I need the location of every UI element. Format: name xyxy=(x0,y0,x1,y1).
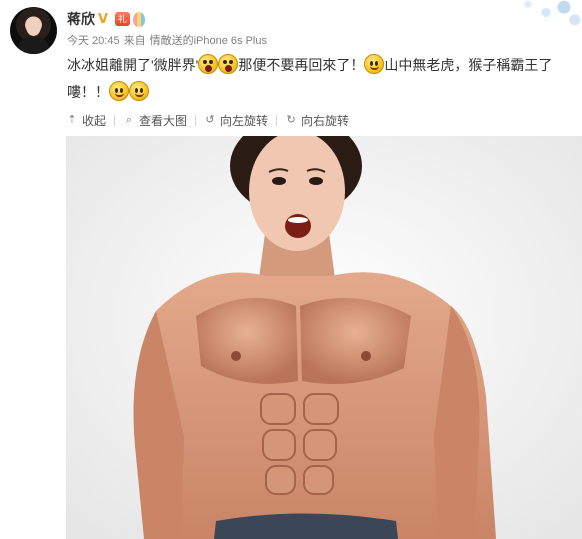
image-toolbar: ⇡ 收起 ⌕ 查看大图 ↺ 向左旋转 ↻ 向右旋转 xyxy=(66,111,349,129)
wow-face-icon xyxy=(218,54,239,74)
rotate-left-icon: ↺ xyxy=(205,113,215,126)
weibo-post: 蒋欣 V 礼 今天 20:45 来自 情敵送的iPhone 6s Plus 冰冰… xyxy=(0,0,582,539)
post-source[interactable]: 情敵送的iPhone 6s Plus xyxy=(150,32,267,48)
verified-icon[interactable]: V xyxy=(98,13,112,26)
smile-face-icon xyxy=(129,81,149,101)
avatar[interactable] xyxy=(10,7,57,54)
gift-badge-icon[interactable]: 礼 xyxy=(115,12,130,26)
corner-decoration xyxy=(492,0,582,36)
collapse-button[interactable]: ⇡ 收起 xyxy=(66,112,106,129)
collapse-label: 收起 xyxy=(82,113,107,128)
collapse-up-icon: ⇡ xyxy=(67,113,77,126)
view-large-label: 查看大图 xyxy=(139,113,188,128)
rotate-left-label: 向左旋转 xyxy=(220,113,269,128)
wow-face-icon xyxy=(198,54,219,74)
smile-face-icon xyxy=(364,54,385,74)
avatar-face xyxy=(26,17,41,36)
toolbar-divider xyxy=(114,114,116,126)
toolbar-divider xyxy=(276,114,278,126)
smile-face-icon xyxy=(109,81,129,101)
avatar-body xyxy=(18,37,49,54)
post-time[interactable]: 今天 20:45 xyxy=(67,32,120,48)
rotate-right-label: 向右旋转 xyxy=(301,113,350,128)
post-text: 冰冰姐離開了'微胖界' 那便不要再回來了！ 山中無老虎，猴子稱霸王了嘍！！ xyxy=(67,52,572,106)
balloon-badge-icon[interactable] xyxy=(133,11,145,27)
post-text-part-2: 那便不要再回來了！ xyxy=(238,57,365,73)
post-meta: 今天 20:45 来自 情敵送的iPhone 6s Plus xyxy=(67,32,267,48)
view-large-button[interactable]: ⌕ 查看大图 xyxy=(123,112,187,129)
toolbar-divider xyxy=(195,114,197,126)
rotate-right-icon: ↻ xyxy=(286,113,296,126)
author-name[interactable]: 蒋欣 xyxy=(67,9,95,29)
post-text-part-1: 冰冰姐離開了'微胖界' xyxy=(67,57,199,73)
rotate-right-button[interactable]: ↻ 向右旋转 xyxy=(285,112,349,129)
source-prefix: 来自 xyxy=(123,35,146,47)
post-image[interactable] xyxy=(66,136,582,539)
muscular-figure-illustration xyxy=(66,136,582,539)
magnifier-icon: ⌕ xyxy=(125,113,133,126)
rotate-left-button[interactable]: ↺ 向左旋转 xyxy=(204,112,268,129)
author-row: 蒋欣 V 礼 xyxy=(67,9,145,29)
